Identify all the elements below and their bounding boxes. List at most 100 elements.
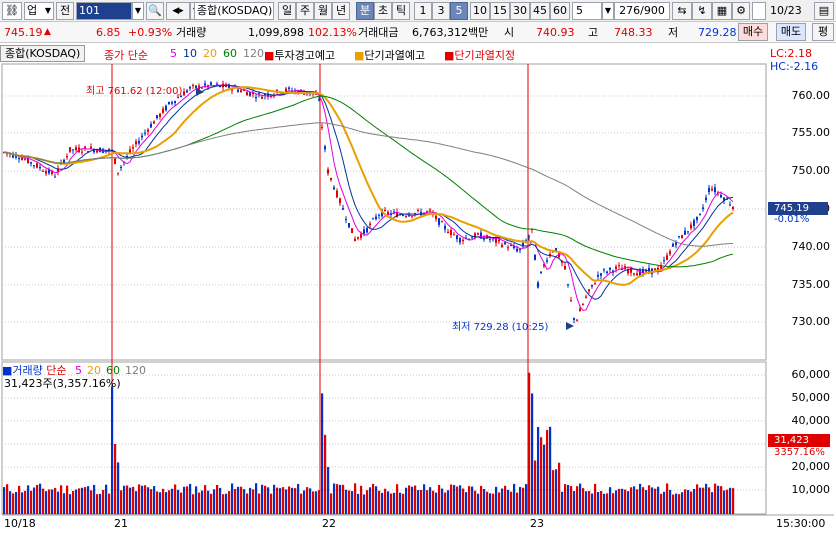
volume-bar (480, 485, 483, 514)
candle-body (141, 135, 143, 138)
candle-body (66, 155, 68, 158)
candle-body (129, 149, 131, 153)
volume-bar (696, 484, 699, 514)
candle-body (534, 254, 536, 261)
volume-bar (273, 484, 276, 514)
candle-body (456, 235, 458, 240)
volume-bar (648, 485, 651, 514)
candle-body (237, 89, 239, 92)
volume-bar (528, 372, 531, 514)
candle-body (240, 90, 242, 93)
volume-bar (432, 490, 435, 514)
candle-body (567, 284, 569, 286)
candle-body (615, 266, 617, 269)
volume-bar (675, 493, 678, 514)
volume-bar (603, 493, 606, 514)
volume-bar (438, 485, 441, 514)
volume-bar (642, 487, 645, 514)
volume-bar (30, 490, 33, 514)
candle-body (498, 239, 500, 242)
volume-bar (312, 491, 315, 514)
volume-bar (552, 470, 555, 514)
candle-body (348, 223, 350, 228)
volume-bar (417, 490, 420, 514)
volume-bar (519, 486, 522, 514)
candle-body (600, 273, 602, 276)
volume-bar (645, 490, 648, 514)
candle-body (537, 282, 539, 288)
volume-bar (594, 483, 597, 514)
volume-bar (78, 488, 81, 514)
candle-body (507, 247, 509, 249)
candle-body (171, 102, 173, 104)
candle-body (732, 206, 734, 209)
candle-body (672, 243, 674, 247)
candle-body (708, 187, 710, 193)
volume-bar (537, 426, 540, 514)
volume-bar (426, 490, 429, 514)
candle-body (516, 248, 518, 252)
candle-body (720, 194, 722, 198)
volume-bar (336, 484, 339, 514)
volume-bar (579, 483, 582, 514)
candle-body (678, 236, 680, 238)
volume-bar (120, 490, 123, 514)
volume-bar (315, 491, 318, 514)
volume-bar (33, 487, 36, 514)
volume-bar (72, 490, 75, 514)
volume-bar (381, 492, 384, 514)
volume-bar (255, 483, 258, 514)
volume-bar (327, 467, 330, 514)
volume-bar (702, 487, 705, 514)
candle-body (336, 190, 338, 198)
volume-bar (387, 491, 390, 514)
candle-body (153, 121, 155, 124)
volume-bar (60, 485, 63, 514)
volume-bar (45, 491, 48, 514)
candle-body (288, 87, 290, 90)
volume-tick: 20,000 (791, 460, 831, 473)
candle-body (369, 223, 371, 226)
volume-bar (717, 485, 720, 514)
volume-bar (402, 493, 405, 514)
volume-bar (42, 488, 45, 514)
volume-bar (726, 489, 729, 514)
price-tick: 730.00 (791, 315, 831, 328)
candle-body (177, 97, 179, 99)
volume-bar (414, 485, 417, 514)
volume-bar (390, 493, 393, 514)
volume-bar (147, 487, 150, 514)
volume-bar (573, 491, 576, 514)
volume-bar (264, 485, 267, 514)
volume-bar (234, 489, 237, 514)
chart-canvas[interactable] (0, 0, 836, 536)
candle-body (438, 218, 440, 225)
volume-bar (162, 488, 165, 514)
volume-bar (474, 490, 477, 514)
candle-body (147, 129, 149, 132)
volume-tick: 60,000 (791, 368, 831, 381)
candle-body (435, 215, 437, 220)
candle-body (72, 149, 74, 151)
volume-bar (303, 490, 306, 514)
volume-bar (84, 487, 87, 514)
volume-bar (126, 485, 129, 514)
candle-body (540, 271, 542, 273)
volume-bar (231, 483, 234, 514)
date-tick: 21 (114, 517, 128, 530)
price-tick: 755.00 (791, 126, 831, 139)
candle-body (132, 147, 134, 149)
volume-bar (123, 485, 126, 514)
volume-bar (627, 491, 630, 514)
volume-bar (708, 487, 711, 514)
volume-bar (600, 490, 603, 514)
volume-bar (195, 486, 198, 514)
volume-bar (267, 487, 270, 514)
volume-bar (186, 486, 189, 514)
vol-legend-120: 120 (125, 364, 147, 377)
candle-body (603, 269, 605, 271)
volume-bar (651, 487, 654, 514)
candle-body (663, 260, 665, 262)
candle-body (501, 244, 503, 247)
volume-bar (57, 491, 60, 514)
